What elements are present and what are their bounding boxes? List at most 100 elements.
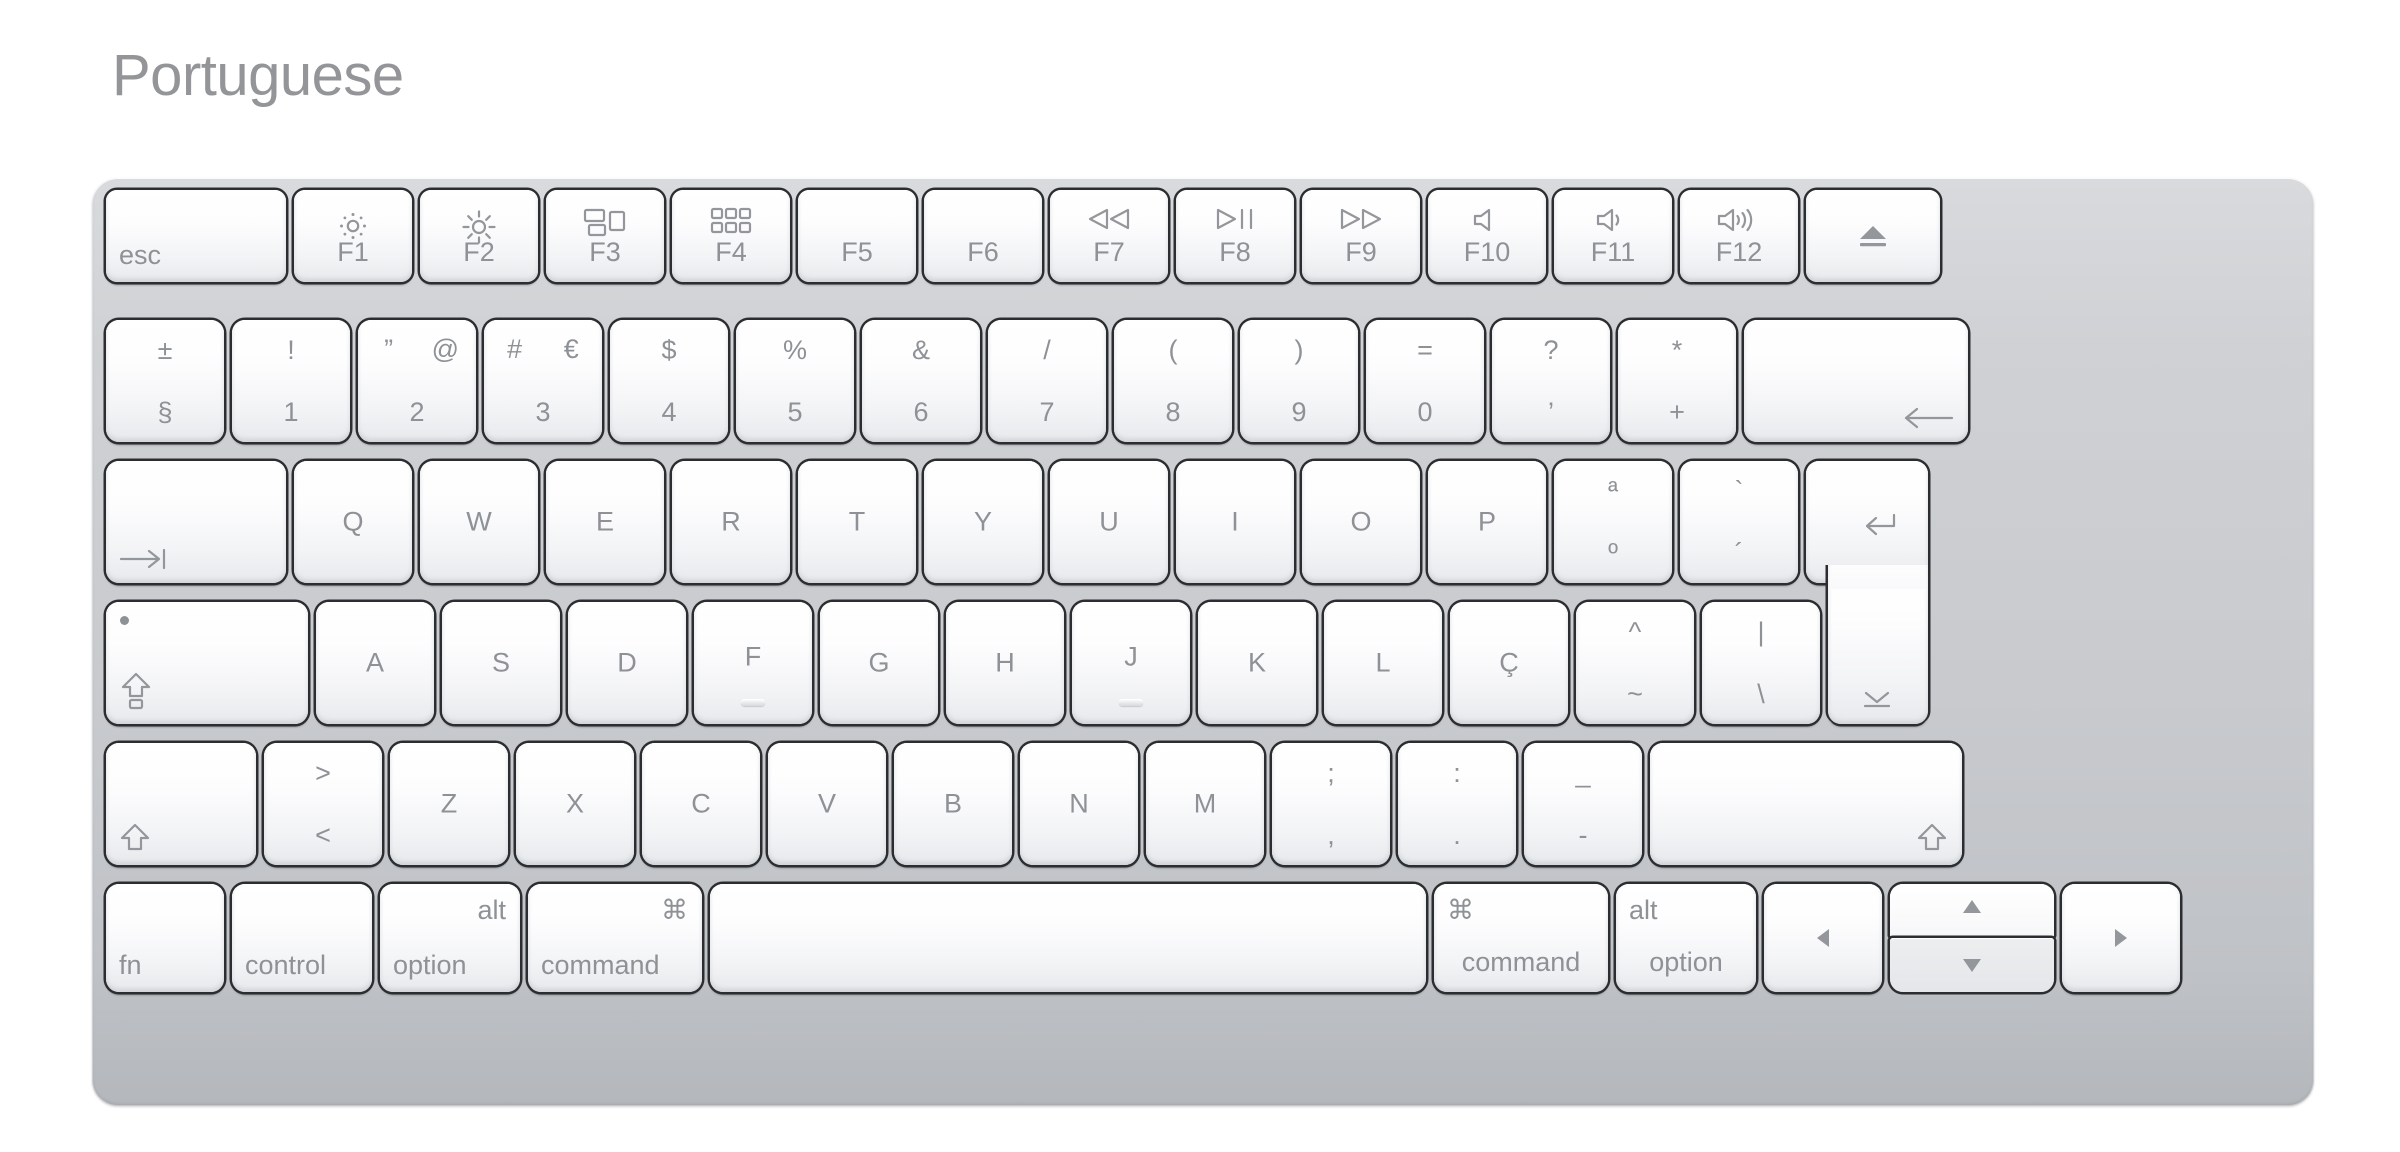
shift-key-row: > < Z X C V B N M ; , : . _ - [106, 743, 1962, 865]
key-control[interactable]: control [232, 884, 372, 992]
key-p[interactable]: P [1428, 461, 1546, 583]
key-o[interactable]: O [1302, 461, 1420, 583]
key-i[interactable]: I [1176, 461, 1294, 583]
key-tab[interactable] [106, 461, 286, 583]
key-v-label: V [817, 788, 837, 819]
key-arrow-right[interactable] [2062, 884, 2180, 992]
key-h[interactable]: H [946, 602, 1064, 724]
key-digit-1[interactable]: ! 1 [232, 320, 350, 442]
key-eject[interactable] [1806, 190, 1940, 282]
key-quote[interactable]: ? ’ [1492, 320, 1610, 442]
key-f4[interactable]: F4 [672, 190, 790, 282]
key-esc[interactable]: esc [106, 190, 286, 282]
key-semicolon[interactable]: ; , [1272, 743, 1390, 865]
key-digit-3[interactable]: # € 3 [484, 320, 602, 442]
key-digit-9[interactable]: ) 9 [1240, 320, 1358, 442]
key-f2[interactable]: F2 [420, 190, 538, 282]
key-accents[interactable]: ` ´ [1680, 461, 1798, 583]
key-m[interactable]: M [1146, 743, 1264, 865]
key-f7[interactable]: F7 [1050, 190, 1168, 282]
key-t[interactable]: T [798, 461, 916, 583]
key-c[interactable]: C [642, 743, 760, 865]
homing-bump-f [741, 699, 765, 706]
key-acute-accent: ´ [1734, 538, 1744, 568]
command-icon: ⌘ [1447, 895, 1474, 925]
key-digit-2[interactable]: ” @ 2 [358, 320, 476, 442]
key-digit-4[interactable]: $ 4 [610, 320, 728, 442]
key-f8[interactable]: F8 [1176, 190, 1294, 282]
key-arrow-up-down[interactable] [1890, 884, 2054, 992]
key-digit-6[interactable]: & 6 [862, 320, 980, 442]
key-digit-7[interactable]: / 7 [988, 320, 1106, 442]
key-section[interactable]: ± § [106, 320, 224, 442]
key-f5[interactable]: F5 [798, 190, 916, 282]
key-return[interactable] [1806, 461, 1928, 724]
magic-keyboard: esc F1 F2 F3 F4 F5 F6 F7 F8 F9 F10 F11 F… [92, 178, 2314, 1106]
key-underscore-top: _ [1575, 758, 1591, 788]
key-colon[interactable]: : . [1398, 743, 1516, 865]
key-r[interactable]: R [672, 461, 790, 583]
key-option-right-alt: alt [1629, 895, 1658, 925]
key-f1[interactable]: F1 [294, 190, 412, 282]
key-digit-8[interactable]: ( 8 [1114, 320, 1232, 442]
command-icon: ⌘ [661, 895, 688, 925]
key-w[interactable]: W [420, 461, 538, 583]
key-plus[interactable]: * + [1618, 320, 1736, 442]
return-icon [1862, 513, 1896, 536]
key-ccedil[interactable]: Ç [1450, 602, 1568, 724]
key-f9[interactable]: F9 [1302, 190, 1420, 282]
key-arrow-down[interactable] [1890, 938, 2054, 992]
volume-mute-icon [1472, 207, 1502, 233]
key-c-label: C [691, 788, 711, 819]
key-shift-right[interactable] [1650, 743, 1962, 865]
key-b[interactable]: B [894, 743, 1012, 865]
key-f11[interactable]: F11 [1554, 190, 1672, 282]
key-option-right[interactable]: alt option [1616, 884, 1756, 992]
key-dash[interactable]: _ - [1524, 743, 1642, 865]
caps-lock-icon [119, 671, 153, 711]
key-g[interactable]: G [820, 602, 938, 724]
key-f6[interactable]: F6 [924, 190, 1042, 282]
key-angle[interactable]: > < [264, 743, 382, 865]
key-command-left-label: command [541, 950, 660, 980]
key-v[interactable]: V [768, 743, 886, 865]
key-period-bottom: . [1453, 820, 1461, 850]
key-option-left[interactable]: alt option [380, 884, 520, 992]
key-x[interactable]: X [516, 743, 634, 865]
key-j[interactable]: J [1072, 602, 1190, 724]
key-l[interactable]: L [1324, 602, 1442, 724]
key-pipe[interactable]: | \ [1702, 602, 1820, 724]
key-f10[interactable]: F10 [1428, 190, 1546, 282]
key-k[interactable]: K [1198, 602, 1316, 724]
key-s[interactable]: S [442, 602, 560, 724]
key-delete[interactable] [1744, 320, 1968, 442]
key-f3[interactable]: F3 [546, 190, 664, 282]
key-command-right-label: command [1461, 947, 1581, 977]
key-y-label: Y [973, 506, 993, 537]
key-command-right[interactable]: ⌘ command [1434, 884, 1608, 992]
key-esc-label: esc [119, 240, 162, 270]
key-fn[interactable]: fn [106, 884, 224, 992]
key-digit-0[interactable]: = 0 [1366, 320, 1484, 442]
key-q[interactable]: Q [294, 461, 412, 583]
key-e[interactable]: E [546, 461, 664, 583]
key-digit-1-bottom: 1 [283, 397, 299, 427]
key-shift-left[interactable] [106, 743, 256, 865]
key-y[interactable]: Y [924, 461, 1042, 583]
key-command-left[interactable]: ⌘ command [528, 884, 702, 992]
key-d[interactable]: D [568, 602, 686, 724]
key-ordinals[interactable]: ª º [1554, 461, 1672, 583]
key-arrow-left[interactable] [1764, 884, 1882, 992]
key-u[interactable]: U [1050, 461, 1168, 583]
key-fn-label: fn [119, 950, 142, 980]
key-caps-lock[interactable] [106, 602, 308, 724]
key-space[interactable] [710, 884, 1426, 992]
key-n[interactable]: N [1020, 743, 1138, 865]
key-z[interactable]: Z [390, 743, 508, 865]
key-f12[interactable]: F12 [1680, 190, 1798, 282]
key-digit-5[interactable]: % 5 [736, 320, 854, 442]
key-f[interactable]: F [694, 602, 812, 724]
key-a[interactable]: A [316, 602, 434, 724]
key-circumflex[interactable]: ^ ~ [1576, 602, 1694, 724]
key-arrow-up[interactable] [1890, 884, 2054, 938]
